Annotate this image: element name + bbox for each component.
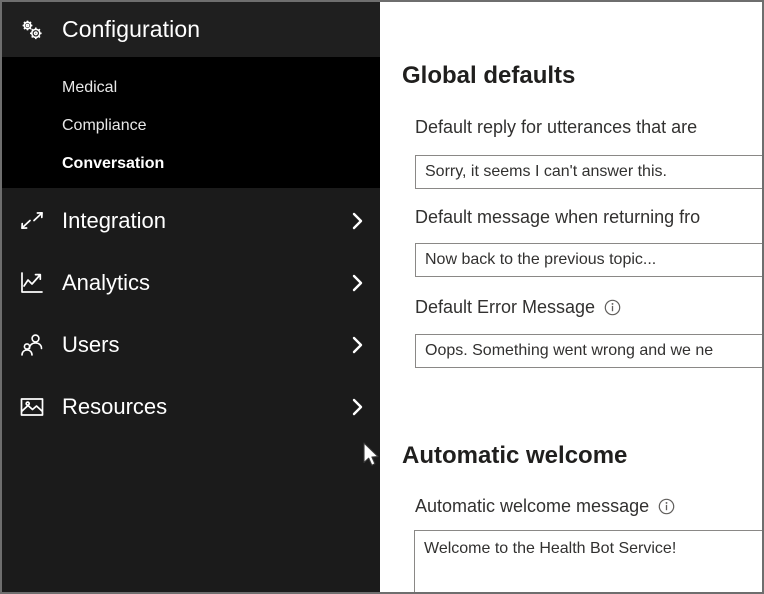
sidebar-subitem-label: Conversation — [62, 155, 164, 173]
label-default-return-message: Default message when returning fro — [415, 207, 700, 228]
sidebar-subitem-compliance[interactable]: Compliance — [2, 107, 380, 145]
chevron-right-icon[interactable] — [336, 212, 380, 230]
section-title-automatic-welcome: Automatic welcome — [402, 442, 627, 470]
content-pane: Global defaults Default reply for uttera… — [380, 2, 762, 592]
chevron-right-icon[interactable] — [336, 398, 380, 416]
sidebar-item-analytics[interactable]: Analytics — [2, 252, 380, 314]
info-circle-icon[interactable] — [604, 299, 621, 316]
sidebar: Configuration Medical Compliance Convers… — [2, 2, 380, 592]
textarea-automatic-welcome-message[interactable]: Welcome to the Health Bot Service! — [414, 530, 762, 592]
label-default-reply: Default reply for utterances that are — [415, 117, 697, 138]
image-icon — [2, 394, 62, 420]
gears-icon — [2, 17, 62, 43]
sidebar-subitem-label: Medical — [62, 79, 117, 97]
sidebar-subitem-label: Compliance — [62, 117, 146, 135]
label-text: Default reply for utterances that are — [415, 117, 697, 138]
sidebar-item-label: Integration — [62, 208, 336, 234]
input-default-reply[interactable]: Sorry, it seems I can't answer this. — [415, 155, 762, 189]
sidebar-item-integration[interactable]: Integration — [2, 190, 380, 252]
label-text: Default Error Message — [415, 297, 595, 318]
sidebar-subitem-medical[interactable]: Medical — [2, 69, 380, 107]
label-automatic-welcome-message: Automatic welcome message — [415, 496, 675, 517]
chevron-right-icon[interactable] — [336, 336, 380, 354]
sidebar-header-label: Configuration — [62, 16, 200, 43]
sidebar-header-configuration[interactable]: Configuration — [2, 2, 380, 57]
sidebar-subnav-configuration: Medical Compliance Conversation — [2, 57, 380, 188]
line-chart-icon — [2, 270, 62, 296]
input-default-return-message[interactable]: Now back to the previous topic... — [415, 243, 762, 277]
app-window: Configuration Medical Compliance Convers… — [0, 0, 764, 594]
chevron-right-icon[interactable] — [336, 274, 380, 292]
section-title-global-defaults: Global defaults — [402, 62, 575, 90]
label-text: Automatic welcome message — [415, 496, 649, 517]
collapse-arrows-icon — [2, 208, 62, 234]
label-text: Default message when returning fro — [415, 207, 700, 228]
sidebar-item-label: Analytics — [62, 270, 336, 296]
info-circle-icon[interactable] — [658, 498, 675, 515]
sidebar-item-resources[interactable]: Resources — [2, 376, 380, 438]
sidebar-subitem-conversation[interactable]: Conversation — [2, 145, 380, 183]
input-default-error-message[interactable]: Oops. Something went wrong and we ne — [415, 334, 762, 368]
people-icon — [2, 332, 62, 358]
sidebar-item-users[interactable]: Users — [2, 314, 380, 376]
sidebar-item-label: Resources — [62, 394, 336, 420]
label-default-error-message: Default Error Message — [415, 297, 621, 318]
sidebar-item-label: Users — [62, 332, 336, 358]
